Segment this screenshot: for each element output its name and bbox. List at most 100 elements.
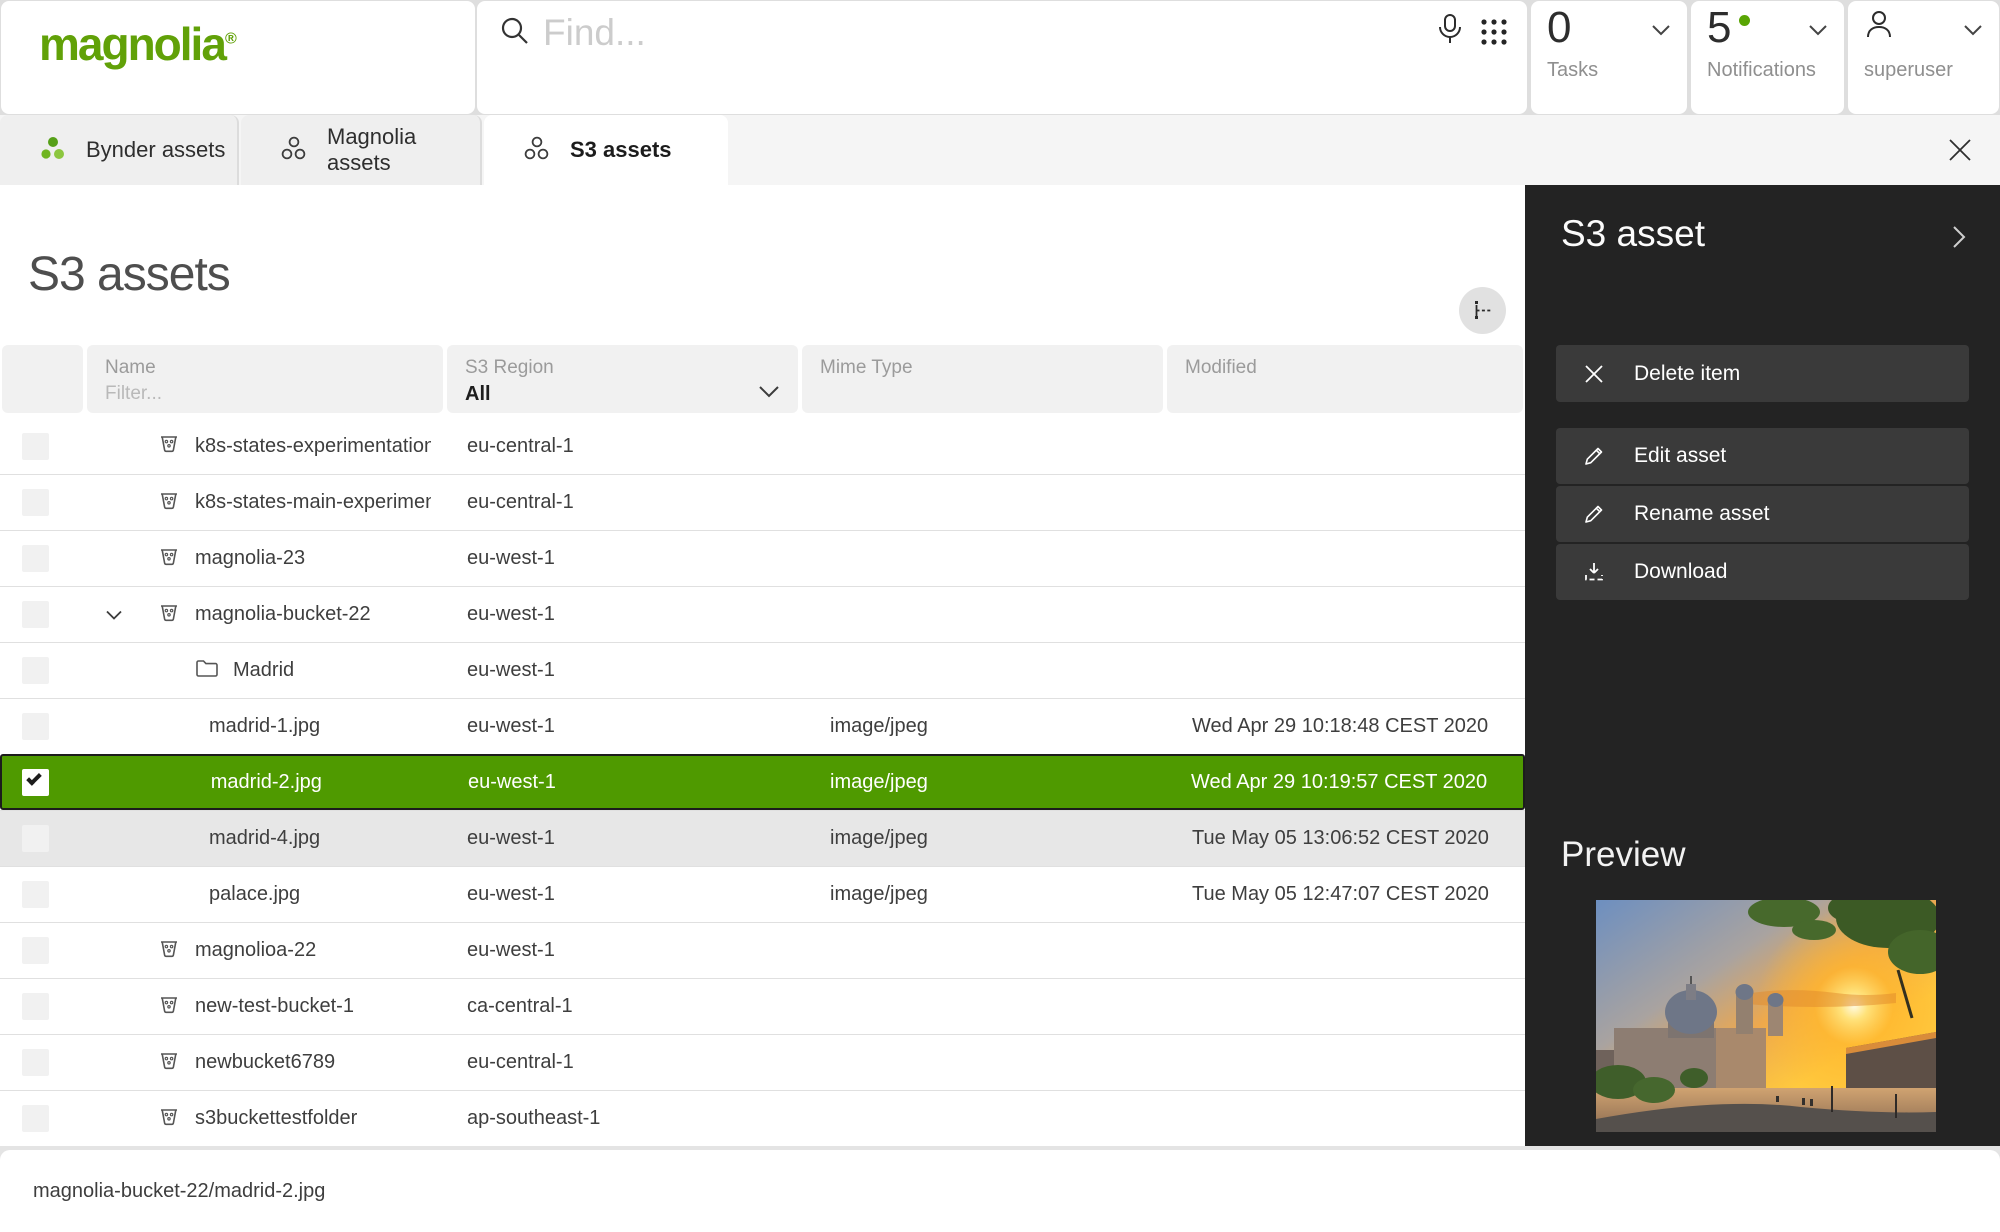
modified-cell: Wed Apr 29 10:19:57 CEST 2020 [1164,756,1523,808]
region-filter-value[interactable]: All [465,383,491,406]
column-region-label: S3 Region [465,357,554,379]
pencil-icon [1582,445,1606,467]
region-cell: eu-west-1 [445,531,800,586]
row-name: magnolia-bucket-22 [195,603,371,626]
chevron-down-icon [1963,23,1983,41]
checkbox-cell [0,811,85,866]
row-checkbox[interactable] [22,545,49,572]
logo-panel: magnolia® [1,1,475,114]
row-checkbox[interactable] [22,657,49,684]
row-checkbox[interactable] [22,433,49,460]
mime-cell [800,531,1165,586]
checkbox-cell [0,699,85,754]
column-name[interactable]: Name [87,345,443,413]
action-label: Rename asset [1634,502,1769,526]
name-cell: Madrid [85,643,445,698]
row-checkbox[interactable] [22,1049,49,1076]
row-name: magnolia-23 [195,547,305,570]
download-button[interactable]: Download [1556,544,1969,600]
action-label: Delete item [1634,362,1740,386]
table-row[interactable]: palace.jpg eu-west-1 image/jpeg Tue May … [0,866,1525,922]
microphone-icon[interactable] [1435,13,1465,52]
tree-view-toggle-button[interactable] [1459,287,1506,334]
row-name: magnolioa-22 [195,939,316,962]
row-checkbox[interactable] [22,1105,49,1132]
chevron-down-icon [1808,23,1828,41]
column-modified[interactable]: Modified [1167,345,1523,413]
row-name: Madrid [233,659,294,682]
s3-bucket-icon [157,600,181,630]
row-checkbox[interactable] [22,993,49,1020]
row-name: madrid-4.jpg [209,827,320,850]
checkbox-cell [0,867,85,922]
column-select [2,345,83,413]
name-cell: magnolia-bucket-22 [85,587,445,642]
table-row[interactable]: s3buckettestfolder ap-southeast-1 [0,1090,1525,1146]
row-name: k8s-states-main-experimentation [195,491,431,514]
table-row[interactable]: new-test-bucket-1 ca-central-1 [0,978,1525,1034]
checkbox-cell [0,979,85,1034]
table-row[interactable]: k8s-states-main-experimentation eu-centr… [0,474,1525,530]
column-s3-region[interactable]: S3 Region All [447,345,798,413]
tasks-widget[interactable]: 0 Tasks [1531,1,1687,114]
table-row[interactable]: Madrid eu-west-1 [0,642,1525,698]
name-cell: magnolioa-22 [85,923,445,978]
column-mime-type[interactable]: Mime Type [802,345,1163,413]
row-checkbox[interactable] [22,825,49,852]
region-cell: eu-west-1 [445,643,800,698]
edit-asset-button[interactable]: Edit asset [1556,428,1969,484]
name-cell: k8s-states-experimentation [85,418,445,474]
tab-label: S3 assets [570,137,672,163]
asset-preview-image [1596,900,1936,1132]
checkmark-icon [26,770,42,786]
close-tab-icon[interactable] [1942,133,1978,169]
notifications-widget[interactable]: 5 Notifications [1691,1,1844,114]
mime-cell [800,979,1165,1034]
search-icon [499,15,531,52]
checkbox-cell [0,1091,85,1146]
app-grid-icon[interactable] [1479,17,1509,52]
notifications-label: Notifications [1707,59,1816,82]
chevron-down-icon[interactable] [758,385,780,403]
modified-cell [1165,1091,1525,1146]
row-checkbox[interactable] [22,937,49,964]
tab-magnolia-assets[interactable]: Magnolia assets [241,115,482,185]
name-cell: new-test-bucket-1 [85,979,445,1034]
region-cell: eu-west-1 [445,811,800,866]
name-filter-input[interactable] [105,383,405,405]
modified-cell [1165,923,1525,978]
table-row[interactable]: madrid-4.jpg eu-west-1 image/jpeg Tue Ma… [0,810,1525,866]
delete-item-button[interactable]: Delete item [1556,345,1969,402]
row-checkbox[interactable] [22,769,49,796]
collapse-chevron-icon[interactable] [105,603,123,626]
search-input[interactable] [543,9,1383,57]
row-checkbox[interactable] [22,881,49,908]
region-cell: ca-central-1 [445,979,800,1034]
modified-cell [1165,475,1525,530]
s3-bucket-icon [157,544,181,574]
magnolia-logo: magnolia® [39,17,235,71]
rename-asset-button[interactable]: Rename asset [1556,486,1969,542]
table-header: Name S3 Region All Mime Type Modified [0,343,1525,415]
row-checkbox[interactable] [22,489,49,516]
modified-cell [1165,418,1525,474]
table-row[interactable]: newbucket6789 eu-central-1 [0,1034,1525,1090]
user-widget[interactable]: superuser [1848,1,1999,114]
table-row[interactable]: magnolia-23 eu-west-1 [0,530,1525,586]
status-bar: magnolia-bucket-22/madrid-2.jpg [0,1150,2000,1232]
tab-bynder-assets[interactable]: Bynder assets [0,115,239,185]
tab-s3-assets[interactable]: S3 assets [484,115,728,185]
table-row[interactable]: magnolia-bucket-22 eu-west-1 [0,586,1525,642]
table-row[interactable]: magnolioa-22 eu-west-1 [0,922,1525,978]
unread-dot [1739,15,1750,26]
table-row[interactable]: madrid-1.jpg eu-west-1 image/jpeg Wed Ap… [0,698,1525,754]
mime-cell [800,1091,1165,1146]
row-name: madrid-2.jpg [211,771,322,794]
row-checkbox[interactable] [22,601,49,628]
modified-cell [1165,1035,1525,1090]
table-row[interactable]: k8s-states-experimentation eu-central-1 [0,418,1525,474]
chevron-right-icon[interactable] [1952,225,1966,252]
tree-view-icon [1470,298,1496,324]
table-row[interactable]: madrid-2.jpg eu-west-1 image/jpeg Wed Ap… [0,754,1525,810]
row-checkbox[interactable] [22,713,49,740]
